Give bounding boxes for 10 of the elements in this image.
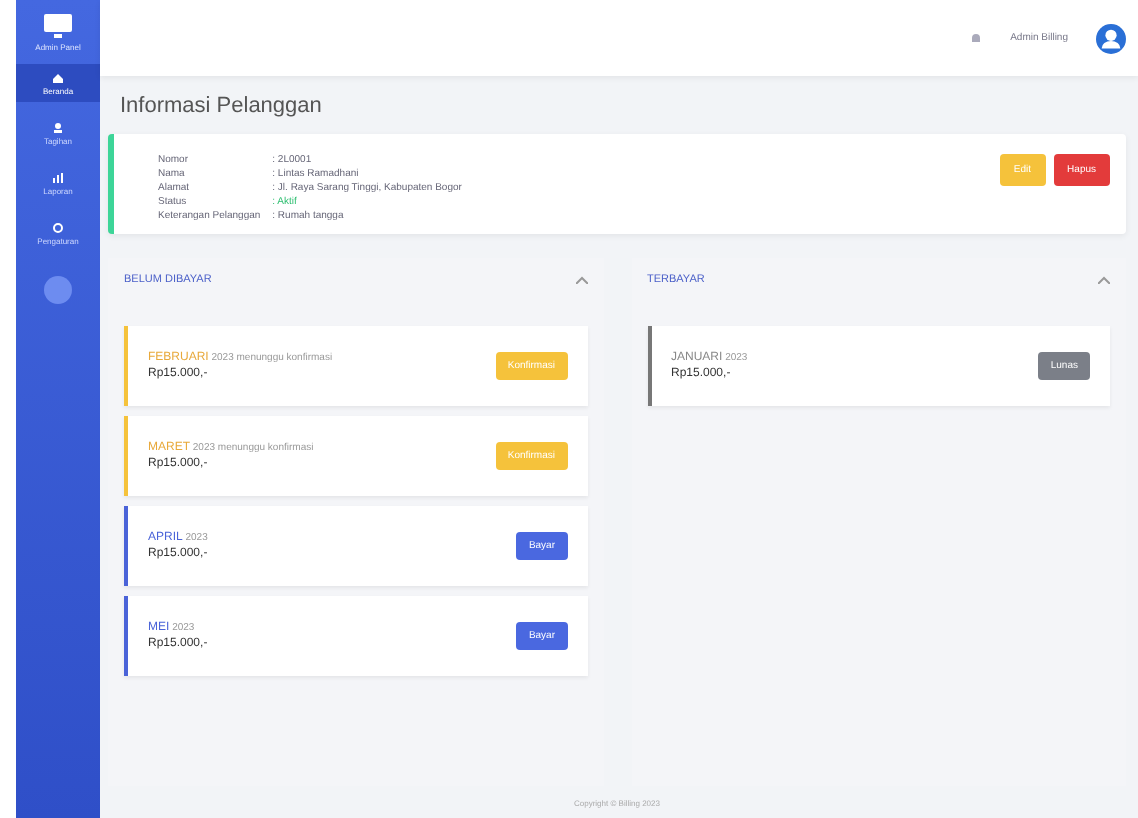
collapse-icon[interactable] bbox=[1098, 276, 1110, 284]
avatar-icon[interactable] bbox=[44, 276, 72, 304]
collapse-icon[interactable] bbox=[575, 276, 587, 284]
home-icon bbox=[50, 70, 66, 86]
monitor-icon bbox=[42, 12, 74, 40]
user-icon bbox=[50, 120, 66, 136]
settings-icon bbox=[50, 220, 66, 236]
user-avatar-icon[interactable] bbox=[1096, 23, 1126, 53]
chart-icon bbox=[50, 170, 66, 186]
page-title: Informasi Pelanggan bbox=[118, 92, 324, 122]
